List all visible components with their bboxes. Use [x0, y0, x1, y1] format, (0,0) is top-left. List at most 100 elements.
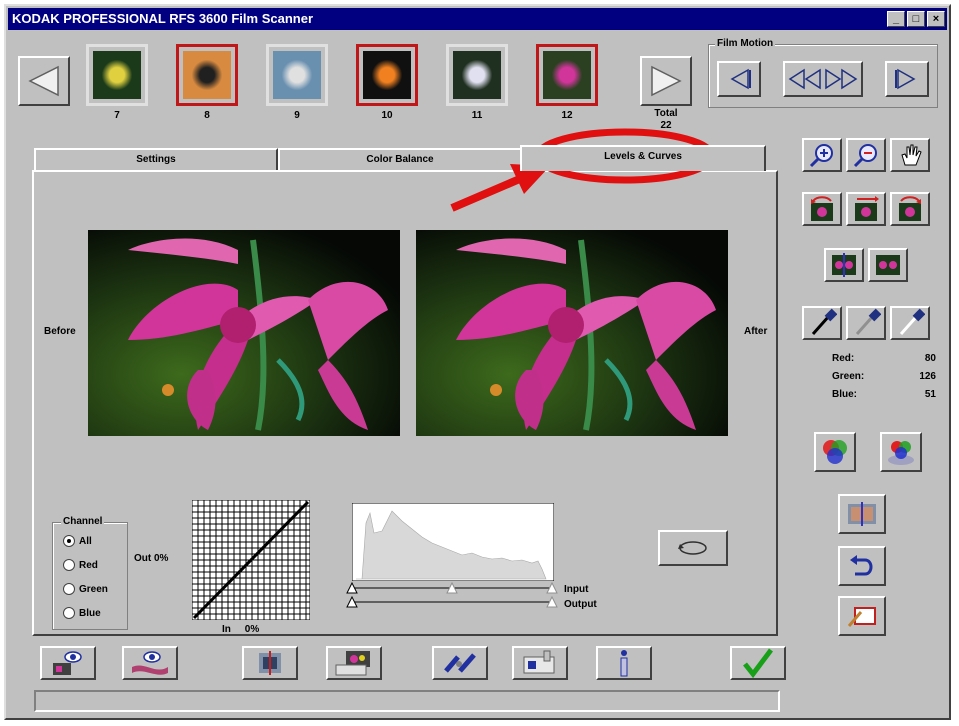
zoom-out-button[interactable]: [846, 138, 886, 172]
blue-label: Blue:: [832, 389, 857, 400]
rgb-circles-icon: [823, 440, 847, 464]
mirror-vertical-icon: [876, 255, 900, 275]
after-label: After: [744, 326, 768, 337]
fast-forward-icon: [825, 68, 858, 90]
window-title: KODAK PROFESSIONAL RFS 3600 Film Scanner: [12, 11, 313, 26]
tab-levels-curves[interactable]: Levels & Curves: [520, 145, 766, 171]
hand-icon: [901, 144, 922, 166]
tab-settings[interactable]: Settings: [34, 148, 278, 170]
green-label: Green:: [832, 371, 865, 382]
frame-number: 7: [114, 110, 120, 121]
frame-image: [183, 51, 231, 99]
red-value: 80: [924, 353, 936, 364]
annotation-arrow-shaft: [450, 174, 524, 212]
frame-number: 8: [204, 110, 210, 121]
minimize-button[interactable]: _: [887, 11, 905, 27]
curve-in-label: In 0%: [222, 624, 260, 635]
eyedropper-white-icon: [899, 308, 925, 335]
rgb-readout: Red: 80 Green: 126 Blue: 51: [832, 350, 936, 404]
output-label: Output: [564, 599, 597, 610]
curve-out-label: Out 0%: [134, 553, 169, 564]
rotate-right-icon: [899, 196, 921, 221]
compare-button[interactable]: [838, 494, 886, 534]
film-frame-thumbnail[interactable]: [356, 44, 418, 106]
ok-button[interactable]: [730, 646, 786, 680]
photo-printer-icon: [335, 651, 370, 676]
rewind-icon: [788, 68, 821, 90]
channel-option-red[interactable]: Red: [63, 553, 108, 577]
zoom-in-button[interactable]: [802, 138, 842, 172]
film-frame-thumbnail[interactable]: [86, 44, 148, 106]
filmstrip-next-button[interactable]: [640, 56, 692, 106]
crop-button[interactable]: [242, 646, 298, 680]
compare-icon: [848, 502, 876, 526]
channel-group: Channel All Red Green Blue: [52, 516, 128, 630]
color-channels-button[interactable]: [814, 432, 856, 472]
tone-curve-grid[interactable]: [192, 500, 310, 620]
black-point-eyedropper[interactable]: [802, 306, 842, 340]
frame-number: 12: [561, 110, 573, 121]
mirror-vertical-button[interactable]: [868, 248, 908, 282]
eyedropper-black-icon: [811, 308, 837, 335]
color-wheel-icon: [888, 441, 914, 465]
channel-option-blue[interactable]: Blue: [63, 601, 108, 625]
frame-image: [453, 51, 501, 99]
pan-button[interactable]: [890, 138, 930, 172]
film-motion-group: Film Motion: [708, 38, 938, 108]
frame-image: [543, 51, 591, 99]
film-frame-thumbnail[interactable]: [446, 44, 508, 106]
link-button[interactable]: [432, 646, 488, 680]
eye-strip-icon: [132, 651, 168, 675]
histogram: [352, 503, 554, 581]
channel-group-label: Channel: [61, 516, 105, 527]
film-frame-thumbnail[interactable]: [536, 44, 598, 106]
right-arrow-icon: [651, 65, 682, 97]
total-label: Total: [654, 108, 678, 119]
zoom-in-icon: [809, 144, 833, 168]
film-frame-thumbnail[interactable]: [176, 44, 238, 106]
scanner-settings-button[interactable]: [512, 646, 568, 680]
frame-image: [273, 51, 321, 99]
info-button[interactable]: [596, 646, 652, 680]
filmstrip-prev-button[interactable]: [18, 56, 70, 106]
erase-button[interactable]: [838, 596, 886, 636]
scan-to-file-button[interactable]: [326, 646, 382, 680]
frame-forward-button[interactable]: [885, 61, 929, 97]
frame-number: 9: [294, 110, 300, 121]
rewind-forward-buttons[interactable]: [783, 61, 863, 97]
frame-image: [363, 51, 411, 99]
prescan-button[interactable]: [122, 646, 178, 680]
channel-option-all[interactable]: All: [63, 529, 108, 553]
frame-back-button[interactable]: [717, 61, 761, 97]
eyedropper-gray-icon: [855, 308, 881, 335]
preview-button[interactable]: [40, 646, 96, 680]
white-point-eyedropper[interactable]: [890, 306, 930, 340]
frame-number: 11: [471, 110, 483, 121]
checkmark-icon: [743, 648, 773, 678]
step-forward-icon: [895, 68, 916, 90]
rotate-right-button[interactable]: [890, 192, 930, 226]
flip-icon: [855, 196, 879, 221]
channel-option-green[interactable]: Green: [63, 577, 108, 601]
rotate-left-icon: [811, 196, 833, 221]
status-bar: [34, 690, 780, 712]
reset-curve-button[interactable]: [658, 530, 728, 566]
film-frame-thumbnail[interactable]: [266, 44, 328, 106]
flip-button[interactable]: [846, 192, 886, 226]
color-balance-tool-button[interactable]: [880, 432, 922, 472]
rotate-left-button[interactable]: [802, 192, 842, 226]
mirror-horizontal-button[interactable]: [824, 248, 864, 282]
frame-number: 10: [381, 110, 393, 121]
close-button[interactable]: ×: [927, 11, 945, 27]
eye-preview-icon: [53, 651, 82, 675]
level-sliders[interactable]: [346, 582, 560, 612]
maximize-button[interactable]: □: [907, 11, 925, 27]
gray-point-eyedropper[interactable]: [846, 306, 886, 340]
tab-strip: Settings Color Balance Levels & Curves: [30, 145, 780, 172]
undo-button[interactable]: [838, 546, 886, 586]
chain-link-icon: [444, 653, 476, 673]
title-bar: KODAK PROFESSIONAL RFS 3600 Film Scanner…: [8, 8, 947, 30]
undo-icon: [850, 555, 873, 576]
film-motion-label: Film Motion: [715, 38, 776, 49]
eraser-icon: [847, 607, 876, 627]
